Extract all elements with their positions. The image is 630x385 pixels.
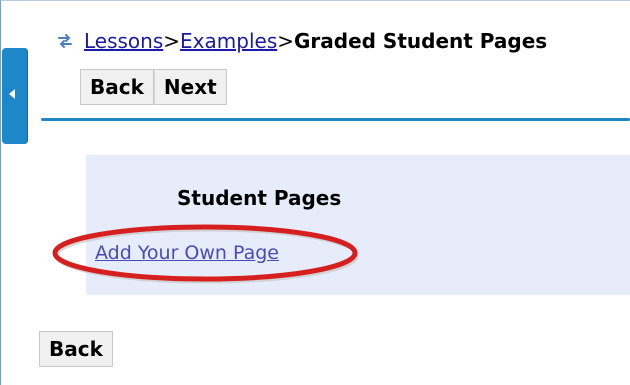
- back-button-bottom[interactable]: Back: [39, 331, 113, 367]
- header-divider: [41, 118, 630, 121]
- nav-button-group: Back Next: [80, 69, 227, 105]
- chevron-left-icon: [9, 89, 15, 99]
- add-own-page-link[interactable]: Add Your Own Page: [95, 242, 279, 264]
- refresh-icon[interactable]: [56, 32, 74, 50]
- collapse-sidebar-tab[interactable]: [2, 48, 28, 144]
- breadcrumb-current: Graded Student Pages: [294, 29, 548, 53]
- breadcrumb-separator: >: [277, 29, 294, 53]
- panel-title: Student Pages: [177, 186, 342, 210]
- back-button[interactable]: Back: [80, 69, 154, 105]
- breadcrumb-link-examples[interactable]: Examples: [180, 29, 277, 53]
- breadcrumb-link-lessons[interactable]: Lessons: [84, 29, 163, 53]
- next-button[interactable]: Next: [153, 69, 227, 105]
- breadcrumb-separator: >: [163, 29, 181, 53]
- breadcrumb: Lessons > Examples > Graded Student Page…: [56, 27, 547, 55]
